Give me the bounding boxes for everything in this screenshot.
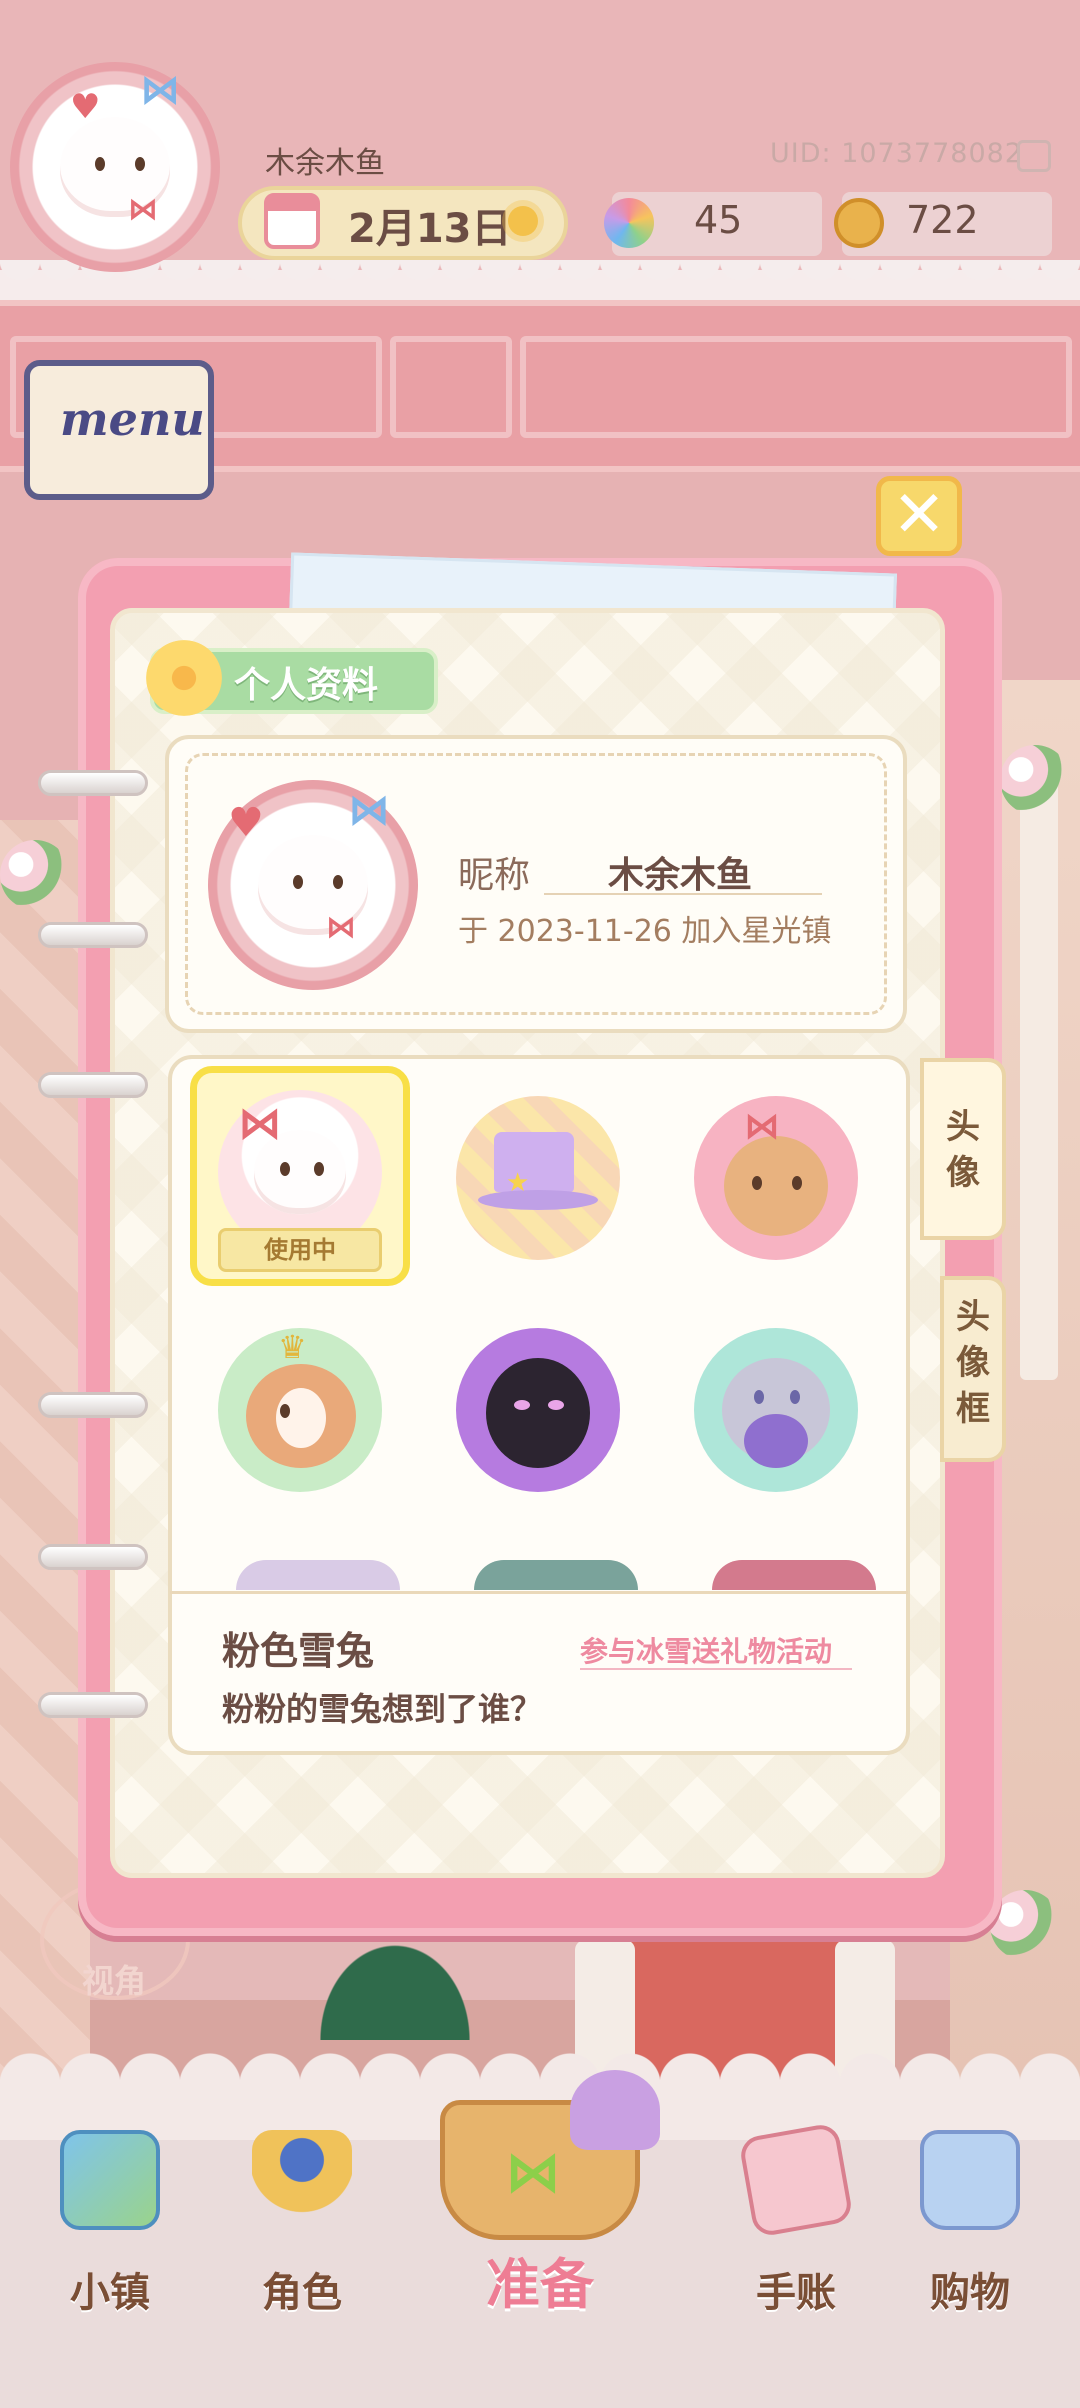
map-icon — [60, 2130, 160, 2230]
nav-shop[interactable]: 购物 — [880, 2130, 1060, 2330]
nav-journal-label: 手账 — [756, 2270, 836, 2316]
profile-avatar: ⋈ ♥ ⋈ — [208, 780, 418, 990]
avatar-option-black-cat[interactable] — [456, 1328, 620, 1492]
shopping-bag-icon — [920, 2130, 1020, 2230]
username: 木余木鱼 — [265, 146, 385, 181]
binder-ring — [38, 1692, 148, 1718]
item-name: 粉色雪兔 — [222, 1629, 375, 1673]
nav-character[interactable]: 角色 — [212, 2130, 392, 2330]
nav-prepare[interactable]: ⋈ 准备 — [400, 2040, 680, 2316]
tab-avatar-frame[interactable]: 头 像 框 — [940, 1276, 1006, 1462]
petal-count: 45 — [694, 198, 743, 242]
nickname-label: 昵称 — [458, 855, 531, 896]
binder-ring — [38, 1544, 148, 1570]
nav-character-label: 角色 — [262, 2270, 342, 2316]
nav-prepare-label: 准备 — [486, 2253, 594, 2316]
christmas-tree — [300, 1920, 490, 2040]
section-title: 个人资料 — [234, 665, 379, 706]
binder-ring — [38, 922, 148, 948]
avatar-option-purple-top-hat[interactable]: ★ — [456, 1096, 620, 1260]
avatar-option-puppy[interactable]: ♛ — [218, 1328, 382, 1492]
character-icon — [252, 2130, 352, 2230]
nickname-value[interactable]: 木余木鱼 — [608, 846, 752, 898]
view-angle-label: 视角 — [82, 1962, 147, 2000]
in-use-badge: 使用中 — [218, 1228, 382, 1272]
copy-icon[interactable] — [1017, 140, 1051, 172]
item-source-underline — [580, 1668, 852, 1670]
avatar-option-bear-girl[interactable]: ⋈ — [694, 1096, 858, 1260]
binder-ring — [38, 1072, 148, 1098]
nickname-underline — [544, 893, 822, 895]
sun-icon — [508, 206, 538, 236]
join-date-text: 于 2023-11-26 加入星光镇 — [458, 914, 832, 949]
hat-icon — [570, 2070, 660, 2150]
nav-town-label: 小镇 — [70, 2270, 150, 2316]
grid-divider — [170, 1591, 908, 1594]
binder-ring — [38, 770, 148, 796]
flower-decoration — [1000, 745, 1070, 815]
date-text: 2月13日 — [348, 206, 512, 252]
item-source[interactable]: 参与冰雪送礼物活动 — [580, 1630, 832, 1670]
avatar-option-partial[interactable] — [712, 1560, 876, 1590]
avatar-option-partial[interactable] — [474, 1560, 638, 1590]
journal-icon — [738, 2122, 854, 2238]
item-description: 粉粉的雪兔想到了谁？ — [222, 1690, 543, 1728]
nav-town[interactable]: 小镇 — [20, 2130, 200, 2330]
tab-avatar[interactable]: 头 像 — [920, 1058, 1006, 1240]
player-avatar[interactable]: ⋈ ♥ ⋈ — [10, 62, 220, 272]
calendar-icon — [264, 193, 320, 249]
binder-ring — [38, 1392, 148, 1418]
coin-icon — [834, 198, 884, 248]
coin-count: 722 — [906, 198, 979, 242]
nav-shop-label: 购物 — [930, 2270, 1010, 2316]
petal-icon — [604, 198, 654, 248]
uid-text: UID: 1073778082 — [770, 138, 1023, 169]
right-column — [1020, 780, 1058, 1380]
avatar-option-grey-cat[interactable] — [694, 1328, 858, 1492]
nav-journal[interactable]: 手账 — [706, 2122, 886, 2330]
flower-icon — [146, 640, 222, 716]
close-button[interactable]: ✕ — [876, 476, 962, 556]
menu-button[interactable]: menu — [24, 360, 214, 500]
flower-decoration — [0, 840, 70, 910]
avatar-option-partial[interactable] — [236, 1560, 400, 1590]
menu-label: menu — [60, 392, 205, 446]
bow-icon: ⋈ — [505, 2140, 561, 2205]
